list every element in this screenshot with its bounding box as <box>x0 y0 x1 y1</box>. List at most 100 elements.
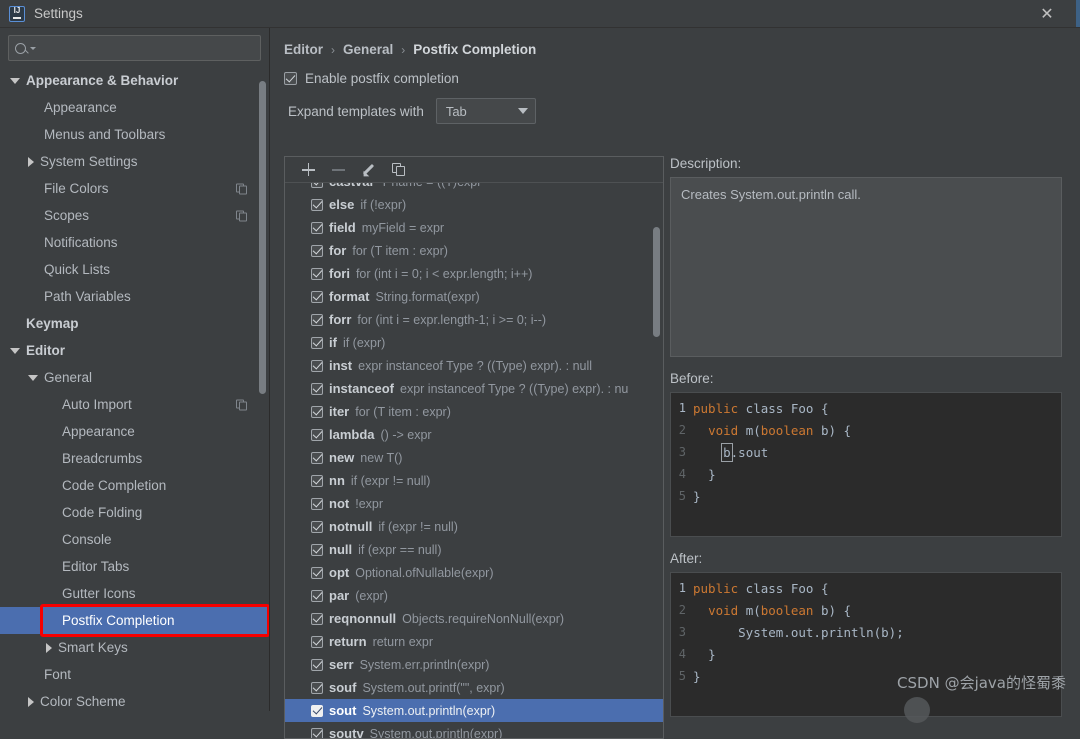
template-row[interactable]: instexpr instanceof Type ? ((Type) expr)… <box>285 354 663 377</box>
remove-template-button[interactable] <box>323 158 353 182</box>
copy-icon[interactable] <box>236 399 247 410</box>
template-row[interactable]: par(expr) <box>285 584 663 607</box>
sidebar-item-quick-lists[interactable]: Quick Lists <box>0 256 269 283</box>
templates-scrollbar[interactable] <box>653 227 660 337</box>
template-enabled-checkbox[interactable] <box>311 429 323 441</box>
expand-templates-select[interactable]: Tab <box>436 98 536 124</box>
sidebar-item-notifications[interactable]: Notifications <box>0 229 269 256</box>
sidebar-item-code-folding[interactable]: Code Folding <box>0 499 269 526</box>
template-enabled-checkbox[interactable] <box>311 183 323 188</box>
template-row[interactable]: ifif (expr) <box>285 331 663 354</box>
sidebar-item-file-colors[interactable]: File Colors <box>0 175 269 202</box>
template-row[interactable]: soutvSystem.out.println(expr) <box>285 722 663 739</box>
template-enabled-checkbox[interactable] <box>311 590 323 602</box>
breadcrumb-item-2[interactable]: General <box>343 42 393 57</box>
sidebar-item-keymap[interactable]: Keymap <box>0 310 269 337</box>
template-enabled-checkbox[interactable] <box>311 199 323 211</box>
template-enabled-checkbox[interactable] <box>311 452 323 464</box>
breadcrumb-separator: › <box>401 43 405 57</box>
sidebar-item-postfix-completion[interactable]: Postfix Completion <box>0 607 269 634</box>
sidebar-item-path-variables[interactable]: Path Variables <box>0 283 269 310</box>
search-box[interactable] <box>8 35 261 61</box>
sidebar-item-editor-tabs[interactable]: Editor Tabs <box>0 553 269 580</box>
template-enabled-checkbox[interactable] <box>311 544 323 556</box>
template-row[interactable]: iterfor (T item : expr) <box>285 400 663 423</box>
template-row[interactable]: serrSystem.err.println(expr) <box>285 653 663 676</box>
template-enabled-checkbox[interactable] <box>311 521 323 533</box>
sidebar-item-code-completion[interactable]: Code Completion <box>0 472 269 499</box>
sidebar-item-general[interactable]: General <box>0 364 269 391</box>
edit-template-button[interactable] <box>353 158 383 182</box>
template-enabled-checkbox[interactable] <box>311 383 323 395</box>
template-enabled-checkbox[interactable] <box>311 613 323 625</box>
template-row[interactable]: newnew T() <box>285 446 663 469</box>
chevron-down-icon[interactable] <box>10 78 20 84</box>
template-enabled-checkbox[interactable] <box>311 728 323 739</box>
breadcrumb-item-1[interactable]: Editor <box>284 42 323 57</box>
template-row[interactable]: elseif (!expr) <box>285 193 663 216</box>
template-row[interactable]: optOptional.ofNullable(expr) <box>285 561 663 584</box>
template-row[interactable]: nnif (expr != null) <box>285 469 663 492</box>
template-enabled-checkbox[interactable] <box>311 406 323 418</box>
enable-postfix-completion-row[interactable]: Enable postfix completion <box>270 57 1080 86</box>
sidebar-item-scopes[interactable]: Scopes <box>0 202 269 229</box>
sidebar-item-menus-and-toolbars[interactable]: Menus and Toolbars <box>0 121 269 148</box>
chevron-right-icon[interactable] <box>28 157 34 167</box>
template-row[interactable]: forifor (int i = 0; i < expr.length; i++… <box>285 262 663 285</box>
template-row[interactable]: returnreturn expr <box>285 630 663 653</box>
chevron-right-icon[interactable] <box>46 643 52 653</box>
template-row[interactable]: not!expr <box>285 492 663 515</box>
sidebar-item-auto-import[interactable]: Auto Import <box>0 391 269 418</box>
chevron-down-icon[interactable] <box>10 348 20 354</box>
template-row[interactable]: soufSystem.out.printf("", expr) <box>285 676 663 699</box>
sidebar-item-font[interactable]: Font <box>0 661 269 688</box>
sidebar-item-color-scheme[interactable]: Color Scheme <box>0 688 269 711</box>
template-enabled-checkbox[interactable] <box>311 337 323 349</box>
chevron-right-icon[interactable] <box>28 697 34 707</box>
template-enabled-checkbox[interactable] <box>311 245 323 257</box>
copy-icon[interactable] <box>236 183 247 194</box>
sidebar-item-label: Editor <box>26 343 65 358</box>
sidebar-item-console[interactable]: Console <box>0 526 269 553</box>
template-row[interactable]: castvarT name = ((T)expr <box>285 183 663 193</box>
sidebar-item-appearance[interactable]: Appearance <box>0 418 269 445</box>
template-enabled-checkbox[interactable] <box>311 291 323 303</box>
sidebar-item-editor[interactable]: Editor <box>0 337 269 364</box>
close-icon[interactable]: ✕ <box>1030 0 1064 28</box>
template-enabled-checkbox[interactable] <box>311 498 323 510</box>
enable-postfix-completion-checkbox[interactable] <box>284 72 297 85</box>
after-code-line: 1public class Foo { <box>671 577 1061 599</box>
template-enabled-checkbox[interactable] <box>311 222 323 234</box>
template-row[interactable]: nullif (expr == null) <box>285 538 663 561</box>
add-template-button[interactable] <box>293 158 323 182</box>
sidebar-item-label: Auto Import <box>62 397 132 412</box>
template-enabled-checkbox[interactable] <box>311 475 323 487</box>
template-row[interactable]: forfor (T item : expr) <box>285 239 663 262</box>
template-row[interactable]: notnullif (expr != null) <box>285 515 663 538</box>
search-input[interactable] <box>36 41 254 55</box>
sidebar-item-appearance-behavior[interactable]: Appearance & Behavior <box>0 67 269 94</box>
chevron-down-icon[interactable] <box>28 375 38 381</box>
template-row[interactable]: reqnonnullObjects.requireNonNull(expr) <box>285 607 663 630</box>
template-row[interactable]: formatString.format(expr) <box>285 285 663 308</box>
template-enabled-checkbox[interactable] <box>311 659 323 671</box>
sidebar-item-gutter-icons[interactable]: Gutter Icons <box>0 580 269 607</box>
template-enabled-checkbox[interactable] <box>311 636 323 648</box>
sidebar-item-breadcrumbs[interactable]: Breadcrumbs <box>0 445 269 472</box>
template-enabled-checkbox[interactable] <box>311 567 323 579</box>
sidebar-item-system-settings[interactable]: System Settings <box>0 148 269 175</box>
template-enabled-checkbox[interactable] <box>311 314 323 326</box>
sidebar-item-appearance[interactable]: Appearance <box>0 94 269 121</box>
template-enabled-checkbox[interactable] <box>311 360 323 372</box>
duplicate-template-button[interactable] <box>383 158 413 182</box>
sidebar-item-smart-keys[interactable]: Smart Keys <box>0 634 269 661</box>
copy-icon[interactable] <box>236 210 247 221</box>
template-row[interactable]: lambda() -> expr <box>285 423 663 446</box>
sidebar-scrollbar[interactable] <box>259 81 266 394</box>
template-row[interactable]: fieldmyField = expr <box>285 216 663 239</box>
sidebar-item-label: Keymap <box>26 316 79 331</box>
template-enabled-checkbox[interactable] <box>311 682 323 694</box>
template-row[interactable]: forrfor (int i = expr.length-1; i >= 0; … <box>285 308 663 331</box>
template-row[interactable]: instanceofexpr instanceof Type ? ((Type)… <box>285 377 663 400</box>
template-enabled-checkbox[interactable] <box>311 268 323 280</box>
